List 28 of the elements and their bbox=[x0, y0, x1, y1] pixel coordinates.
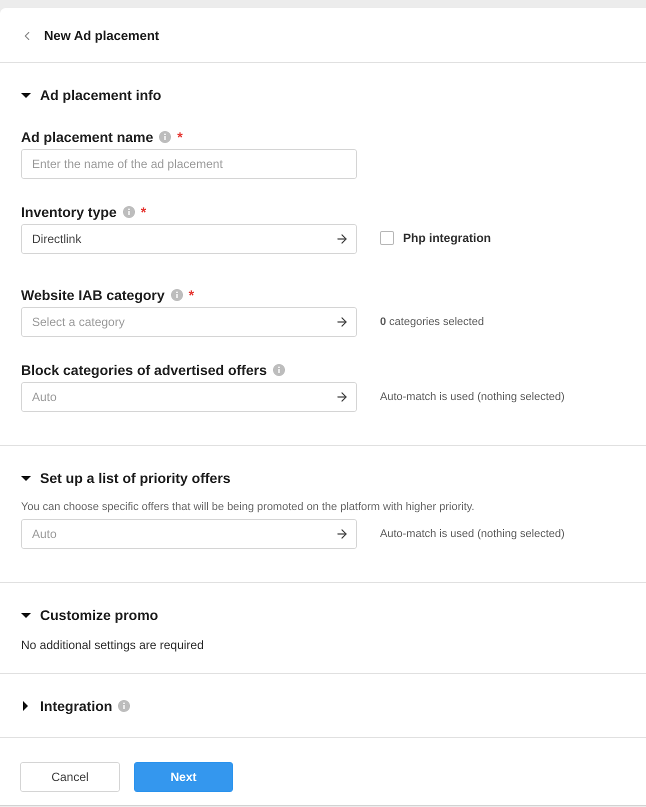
section-description: You can choose specific offers that will be being promoted on the platform with higher priority. bbox=[21, 500, 474, 514]
selection-note: Auto-match is used (nothing selected) bbox=[380, 390, 565, 405]
page-title: New Ad placement bbox=[44, 27, 160, 46]
section-title[interactable]: Customize promo bbox=[40, 604, 158, 626]
required-mark: * bbox=[140, 205, 146, 219]
select-field[interactable]: Directlink bbox=[21, 224, 357, 254]
required-mark: * bbox=[188, 288, 194, 302]
checkbox-label: Php integration bbox=[403, 230, 491, 247]
field-label: Ad placement name bbox=[21, 128, 154, 147]
selection-note: 0 categories selected bbox=[380, 314, 484, 330]
section-note: No additional settings are required bbox=[21, 638, 204, 652]
field-label: Inventory type bbox=[21, 202, 117, 222]
caret-down-icon[interactable] bbox=[21, 476, 31, 480]
required-mark: * bbox=[177, 130, 183, 144]
caret-down-icon[interactable] bbox=[21, 612, 31, 618]
selection-note: Auto-match is used (nothing selected) bbox=[380, 526, 565, 542]
checkbox[interactable] bbox=[380, 231, 394, 245]
field-label: Website IAB category bbox=[21, 286, 165, 305]
section-title[interactable]: Integration bbox=[40, 696, 112, 716]
arrow-right-icon bbox=[335, 390, 349, 404]
arrow-right-icon bbox=[335, 315, 349, 329]
section-title[interactable]: Set up a list of priority offers bbox=[40, 468, 231, 488]
cancel-button[interactable]: Cancel bbox=[20, 762, 120, 792]
caret-down-icon[interactable] bbox=[21, 92, 31, 98]
section-title[interactable]: Ad placement info bbox=[40, 84, 162, 106]
field-label: Block categories of advertised offers bbox=[21, 360, 267, 380]
text-input-field[interactable]: Enter the name of the ad placement bbox=[21, 149, 357, 179]
caret-right-icon[interactable] bbox=[23, 701, 28, 711]
